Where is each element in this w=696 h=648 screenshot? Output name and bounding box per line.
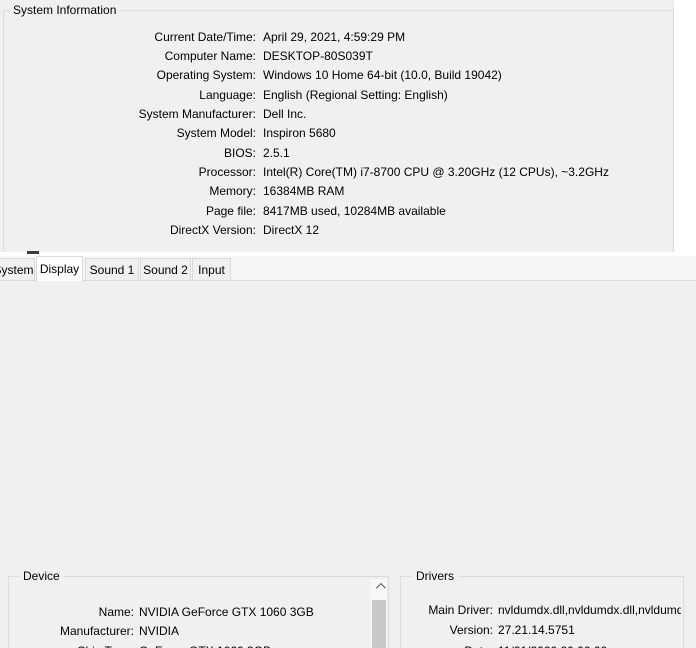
- info-row: Language: English (Regional Setting: Engl…: [4, 85, 673, 104]
- tab-display[interactable]: Display: [36, 256, 83, 281]
- field-value: nvldumdx.dll,nvldumdx.dll,nvldumdx.d: [498, 603, 681, 618]
- field-label: System Model:: [176, 126, 256, 141]
- field-label: Version:: [449, 623, 493, 638]
- field-value: 27.21.14.5751: [498, 623, 575, 638]
- tab-bar: SystemDisplaySound 1Sound 2Input: [0, 256, 696, 281]
- stitch-artifact-dash: [27, 251, 39, 254]
- tab-system[interactable]: System: [0, 258, 35, 280]
- device-groupbox: Device Name: NVIDIA GeForce GTX 1060 3GB M…: [8, 570, 389, 648]
- field-value: 11/21/2020 20:00:00: [498, 644, 607, 648]
- system-information-title: System Information: [9, 4, 121, 17]
- field-value: Inspiron 5680: [263, 126, 336, 141]
- field-label: Processor:: [198, 165, 256, 180]
- info-row: Processor: Intel(R) Core(TM) i7-8700 CPU …: [4, 162, 673, 181]
- info-row: Chip Type: GeForce GTX 1060 3GB: [9, 641, 370, 648]
- info-row: Page file: 8417MB used, 10284MB available: [4, 201, 673, 220]
- field-label: Language:: [199, 87, 256, 102]
- device-title: Device: [19, 570, 64, 583]
- tab-sound-2[interactable]: Sound 2: [140, 258, 191, 280]
- field-value: English (Regional Setting: English): [263, 87, 448, 102]
- field-value: DirectX 12: [263, 223, 320, 238]
- field-value: Dell Inc.: [263, 107, 307, 122]
- field-label: Manufacturer:: [59, 624, 134, 639]
- field-label: Computer Name:: [164, 49, 256, 64]
- field-value: 2.5.1: [263, 145, 290, 160]
- field-label: Current Date/Time:: [154, 29, 256, 44]
- dxdiag-window: System Information Current Date/Time: Apr…: [0, 0, 696, 648]
- info-row: Manufacturer: NVIDIA: [9, 622, 370, 642]
- field-label: Name:: [98, 604, 134, 619]
- field-value: April 29, 2021, 4:59:29 PM: [263, 29, 406, 44]
- field-label: Date:: [401, 644, 493, 648]
- info-row: Date: 11/21/2020 20:00:00: [401, 641, 681, 648]
- info-row: System Manufacturer: Dell Inc.: [4, 104, 673, 123]
- drivers-title: Drivers: [412, 570, 458, 583]
- drivers-groupbox: Drivers Main Driver: nvldumdx.dll,nvldumd…: [400, 570, 684, 648]
- field-label: Chip Type:: [9, 644, 134, 648]
- info-row: Computer Name: DESKTOP-80S039T: [4, 46, 673, 65]
- field-label: Page file:: [205, 203, 256, 218]
- system-information-rows: Current Date/Time: April 29, 2021, 4:59:2…: [4, 27, 673, 240]
- field-label: Operating System:: [156, 68, 256, 83]
- field-value: Windows 10 Home 64-bit (10.0, Build 1904…: [263, 68, 502, 83]
- drivers-rows: Main Driver: nvldumdx.dll,nvldumdx.dll,nv…: [401, 600, 681, 648]
- field-value: DESKTOP-80S039T: [263, 49, 373, 64]
- info-row: Memory: 16384MB RAM: [4, 182, 673, 201]
- info-row: Operating System: Windows 10 Home 64-bit …: [4, 66, 673, 85]
- field-value: NVIDIA: [139, 624, 180, 639]
- info-row: DirectX Version: DirectX 12: [4, 220, 673, 239]
- display-tab-content: Device Name: NVIDIA GeForce GTX 1060 3GB M…: [0, 280, 696, 648]
- device-vertical-scrollbar[interactable]: [371, 579, 387, 648]
- field-label: Memory:: [209, 184, 256, 199]
- tab-input[interactable]: Input: [192, 258, 231, 280]
- info-row: Name: NVIDIA GeForce GTX 1060 3GB: [9, 602, 370, 622]
- field-value: GeForce GTX 1060 3GB: [139, 644, 271, 648]
- field-label: DirectX Version:: [169, 223, 256, 238]
- field-value: 8417MB used, 10284MB available: [263, 203, 446, 218]
- field-value: 16384MB RAM: [263, 184, 345, 199]
- tab-sound-1[interactable]: Sound 1: [85, 258, 139, 280]
- chevron-up-icon: [375, 582, 386, 593]
- info-row: Current Date/Time: April 29, 2021, 4:59:2…: [4, 27, 673, 46]
- field-label: Main Driver:: [428, 603, 493, 618]
- info-row: BIOS: 2.5.1: [4, 143, 673, 162]
- system-tab-content: System Information Current Date/Time: Apr…: [0, 0, 674, 252]
- vertical-scrollbar-thumb[interactable]: [372, 600, 386, 648]
- device-rows: Name: NVIDIA GeForce GTX 1060 3GB Manufact…: [9, 602, 370, 648]
- scroll-up-button[interactable]: [371, 579, 387, 594]
- field-label: System Manufacturer:: [138, 107, 256, 122]
- info-row: System Model: Inspiron 5680: [4, 124, 673, 143]
- field-value: NVIDIA GeForce GTX 1060 3GB: [139, 604, 314, 619]
- field-label: BIOS:: [223, 145, 256, 160]
- info-row: Version: 27.21.14.5751: [401, 620, 681, 640]
- system-information-groupbox: System Information Current Date/Time: Apr…: [3, 4, 674, 252]
- info-row: Main Driver: nvldumdx.dll,nvldumdx.dll,nv…: [401, 600, 681, 620]
- field-value: Intel(R) Core(TM) i7-8700 CPU @ 3.20GHz …: [263, 165, 609, 180]
